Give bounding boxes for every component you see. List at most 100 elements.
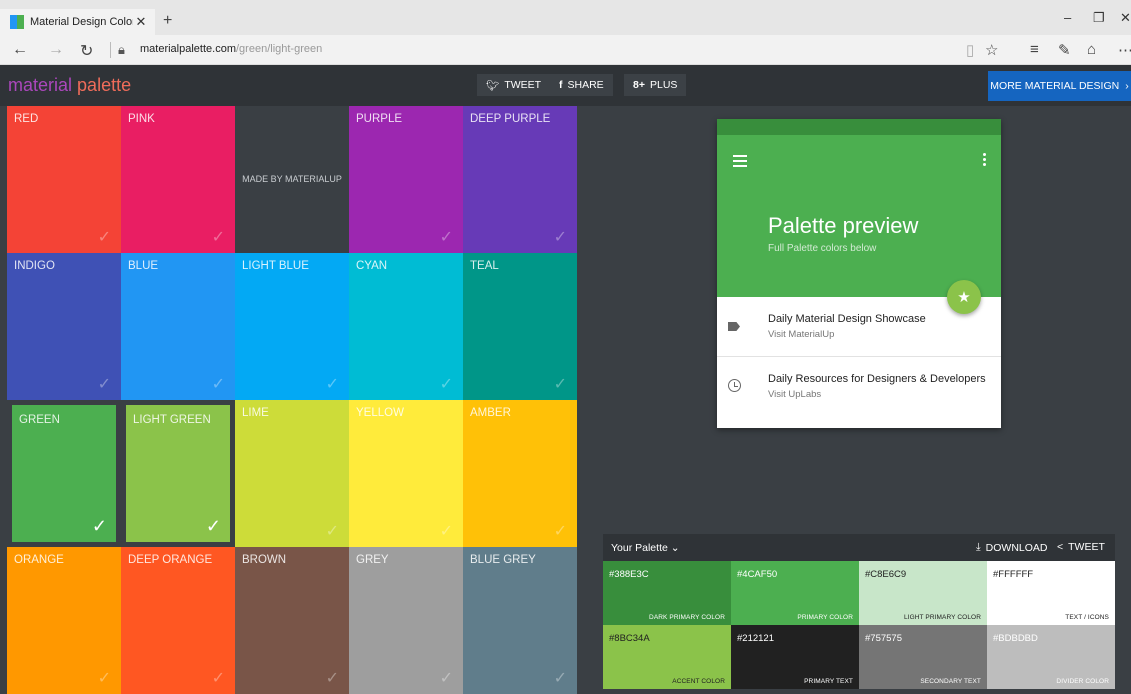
reading-view-icon[interactable]: ▯ [966, 41, 974, 59]
tweet-button[interactable]: 🐦︎ TWEET [477, 74, 551, 96]
palette-header: Your Palette ⌄ ⤓ DOWNLOAD < TWEET [603, 534, 1115, 561]
check-icon: ✓ [553, 670, 567, 687]
color-name: ORANGE [14, 554, 64, 566]
color-tile[interactable]: CYAN ✓ [349, 253, 463, 400]
check-icon: ✓ [553, 229, 567, 246]
palette-swatch[interactable]: #388E3C DARK PRIMARY COLOR [603, 561, 731, 625]
palette-swatch[interactable]: #BDBDBD DIVIDER COLOR [987, 625, 1115, 689]
color-tile[interactable]: YELLOW ✓ [349, 400, 463, 547]
color-tile[interactable]: RED ✓ [7, 106, 121, 253]
made-by-materialup-tile[interactable]: MADE BY MATERIALUP [235, 106, 349, 253]
check-icon: ✓ [439, 523, 453, 540]
forward-icon[interactable]: → [48, 41, 64, 59]
swatch-role: SECONDARY TEXT [920, 678, 981, 685]
more-icon[interactable]: ⋯ [1118, 41, 1131, 59]
color-name: LIGHT BLUE [242, 260, 309, 272]
check-icon: ✓ [325, 376, 339, 393]
color-name: INDIGO [14, 260, 55, 272]
color-tile[interactable]: GREY ✓ [349, 547, 463, 694]
color-tile[interactable]: DEEP ORANGE ✓ [121, 547, 235, 694]
color-name: GREY [356, 554, 389, 566]
check-icon: ✓ [439, 376, 453, 393]
facebook-icon: f [559, 79, 563, 91]
url-field[interactable]: materialpalette.com/green/light-green [140, 43, 322, 55]
color-tile[interactable]: ORANGE ✓ [7, 547, 121, 694]
favorite-star-icon[interactable]: ☆ [985, 41, 998, 59]
color-tile[interactable]: PURPLE ✓ [349, 106, 463, 253]
swatch-role: TEXT / ICONS [1065, 614, 1109, 621]
maximize-icon[interactable]: ❐ [1093, 10, 1105, 26]
swatch-hex: #FFFFFF [993, 569, 1034, 580]
more-vert-icon[interactable] [983, 153, 987, 168]
palette-swatch[interactable]: #FFFFFF TEXT / ICONS [987, 561, 1115, 625]
color-name: LIGHT GREEN [133, 414, 211, 426]
color-tile[interactable]: LIME ✓ [235, 400, 349, 547]
color-name: YELLOW [356, 407, 404, 419]
preview-status-bar [717, 119, 1001, 135]
check-icon: ✓ [439, 670, 453, 687]
palette-swatch[interactable]: #8BC34A ACCENT COLOR [603, 625, 731, 689]
close-window-icon[interactable]: ✕ [1120, 10, 1131, 26]
palette-swatch[interactable]: #4CAF50 PRIMARY COLOR [731, 561, 859, 625]
check-icon: ✓ [211, 376, 225, 393]
site-logo[interactable]: material palette [8, 75, 131, 96]
color-tile[interactable]: PINK ✓ [121, 106, 235, 253]
color-tile[interactable]: LIGHT GREEN ✓ [121, 400, 235, 547]
color-name: BLUE [128, 260, 159, 272]
color-tile[interactable]: LIGHT BLUE ✓ [235, 253, 349, 400]
palette-swatch[interactable]: #212121 PRIMARY TEXT [731, 625, 859, 689]
page-icon: 🔒︎ [118, 42, 125, 57]
download-button[interactable]: ⤓ DOWNLOAD [976, 541, 1048, 554]
share-icon[interactable]: ⌂ [1087, 41, 1096, 58]
color-tile[interactable]: DEEP PURPLE ✓ [463, 106, 577, 253]
google-plus-button[interactable]: 8+ PLUS [624, 74, 687, 96]
back-icon[interactable]: ← [12, 41, 28, 59]
color-tile[interactable]: BROWN ✓ [235, 547, 349, 694]
hub-icon[interactable]: ≡ [1030, 41, 1039, 58]
color-tile[interactable]: GREEN ✓ [7, 400, 121, 547]
color-tile[interactable]: AMBER ✓ [463, 400, 577, 547]
refresh-icon[interactable]: ↻ [80, 41, 93, 61]
swatch-hex: #8BC34A [609, 633, 650, 644]
google-plus-icon: 8+ [633, 79, 645, 91]
your-palette-dropdown[interactable]: Your Palette ⌄ [611, 542, 680, 554]
close-tab-icon[interactable]: ✕ [133, 14, 149, 30]
preview-subtitle: Full Palette colors below [768, 243, 877, 254]
browser-tab[interactable]: Material Design Color P ✕ [0, 9, 155, 35]
palette-preview-card: Palette preview Full Palette colors belo… [717, 119, 1001, 428]
minimize-icon[interactable]: – [1064, 10, 1071, 25]
color-tile[interactable]: BLUE ✓ [121, 253, 235, 400]
color-tile[interactable]: BLUE GREY ✓ [463, 547, 577, 694]
swatch-role: DARK PRIMARY COLOR [649, 614, 725, 621]
check-icon: ✓ [205, 516, 221, 536]
swatch-hex: #4CAF50 [737, 569, 778, 580]
color-name: LIME [242, 407, 269, 419]
check-icon: ✓ [97, 229, 111, 246]
share-button[interactable]: f SHARE [550, 74, 613, 96]
color-tile[interactable]: INDIGO ✓ [7, 253, 121, 400]
palette-tweet-button[interactable]: < TWEET [1057, 541, 1105, 553]
color-name: PINK [128, 113, 155, 125]
more-material-design-button[interactable]: MORE MATERIAL DESIGN › [988, 71, 1131, 101]
url-domain: materialpalette.com [140, 43, 236, 55]
download-label: DOWNLOAD [985, 541, 1048, 554]
swatch-role: PRIMARY COLOR [797, 614, 853, 621]
check-icon: ✓ [211, 229, 225, 246]
palette-swatch[interactable]: #757575 SECONDARY TEXT [859, 625, 987, 689]
check-icon: ✓ [553, 523, 567, 540]
preview-hero: Palette preview Full Palette colors belo… [717, 135, 1001, 314]
color-tile[interactable]: TEAL ✓ [463, 253, 577, 400]
logo-material: material [8, 75, 73, 95]
swatch-hex: #C8E6C9 [865, 569, 907, 580]
menu-icon[interactable] [733, 155, 747, 170]
new-tab-button[interactable]: + [163, 12, 172, 30]
web-note-icon[interactable]: ✎ [1058, 41, 1071, 59]
palette-swatch[interactable]: #C8E6C9 LIGHT PRIMARY COLOR [859, 561, 987, 625]
list-item-title: Daily Material Design Showcase [768, 313, 926, 325]
list-item-uplabs[interactable]: Daily Resources for Designers & Develope… [717, 357, 1001, 417]
color-name: BROWN [242, 554, 287, 566]
swatch-role: DIVIDER COLOR [1056, 678, 1109, 685]
palette-title: Your Palette [611, 542, 668, 554]
color-grid: RED ✓ PINK ✓ MADE BY MATERIALUP PURPLE ✓ DEEP P… [7, 106, 577, 694]
star-fab-button[interactable]: ★ [947, 280, 981, 314]
